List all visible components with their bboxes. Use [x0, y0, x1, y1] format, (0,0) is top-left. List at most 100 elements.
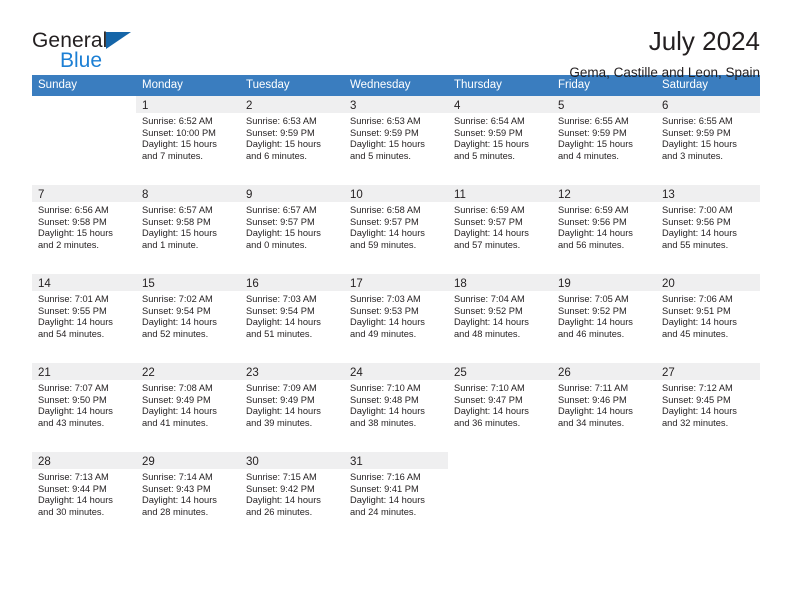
day-detail-line: Sunset: 9:56 PM: [558, 216, 627, 227]
day-detail-line: Sunrise: 6:55 AM: [662, 116, 733, 126]
calendar-empty-cell: [448, 452, 552, 541]
day-number: 16: [246, 278, 259, 290]
day-details: Sunrise: 6:59 AM Sunset: 9:56 PM Daylight:…: [552, 202, 656, 251]
calendar-week-row: 1 Sunrise: 6:52 AM Sunset: 10:00 PM Dayligh…: [32, 96, 760, 185]
calendar-day-cell[interactable]: 30 Sunrise: 7:15 AM Sunset: 9:42 PM Dayligh…: [240, 452, 344, 541]
calendar-day-cell[interactable]: 6 Sunrise: 6:55 AM Sunset: 9:59 PM Daylight…: [656, 96, 760, 185]
weekday-header-wednesday: Wednesday: [350, 79, 411, 91]
day-details: [448, 469, 552, 472]
calendar-week-row: 28 Sunrise: 7:13 AM Sunset: 9:44 PM Dayligh…: [32, 452, 760, 541]
calendar-day-cell[interactable]: 12 Sunrise: 6:59 AM Sunset: 9:56 PM Dayligh…: [552, 185, 656, 274]
day-number-band: 23: [240, 363, 344, 380]
day-detail-line: Daylight: 14 hours: [454, 406, 529, 417]
day-detail-line: and 7 minutes.: [142, 150, 203, 161]
day-detail-line: and 48 minutes.: [454, 328, 521, 339]
calendar-day-cell[interactable]: 10 Sunrise: 6:58 AM Sunset: 9:57 PM Dayligh…: [344, 185, 448, 274]
calendar-empty-cell: [552, 452, 656, 541]
day-number: 1: [142, 100, 149, 112]
day-details: Sunrise: 6:56 AM Sunset: 9:58 PM Daylight:…: [32, 202, 136, 251]
day-details: Sunrise: 7:06 AM Sunset: 9:51 PM Daylight:…: [656, 291, 760, 340]
day-details: Sunrise: 7:02 AM Sunset: 9:54 PM Daylight:…: [136, 291, 240, 340]
day-detail-line: Sunset: 9:52 PM: [558, 305, 627, 316]
calendar-day-cell[interactable]: 28 Sunrise: 7:13 AM Sunset: 9:44 PM Dayligh…: [32, 452, 136, 541]
day-number-band: 14: [32, 274, 136, 291]
calendar-day-cell[interactable]: 27 Sunrise: 7:12 AM Sunset: 9:45 PM Dayligh…: [656, 363, 760, 452]
generalblue-logo[interactable]: General Blue: [32, 26, 152, 72]
calendar-day-cell[interactable]: 19 Sunrise: 7:05 AM Sunset: 9:52 PM Dayligh…: [552, 274, 656, 363]
day-detail-line: Daylight: 15 hours: [454, 139, 529, 150]
day-detail-line: Daylight: 15 hours: [142, 139, 217, 150]
calendar-day-cell[interactable]: 9 Sunrise: 6:57 AM Sunset: 9:57 PM Daylight…: [240, 185, 344, 274]
calendar-day-cell[interactable]: 18 Sunrise: 7:04 AM Sunset: 9:52 PM Dayligh…: [448, 274, 552, 363]
day-details: Sunrise: 7:15 AM Sunset: 9:42 PM Daylight:…: [240, 469, 344, 518]
day-details: Sunrise: 7:03 AM Sunset: 9:54 PM Daylight:…: [240, 291, 344, 340]
day-details: [656, 469, 760, 472]
day-detail-line: and 51 minutes.: [246, 328, 313, 339]
day-number: 6: [662, 100, 669, 112]
calendar-day-cell[interactable]: 13 Sunrise: 7:00 AM Sunset: 9:56 PM Dayligh…: [656, 185, 760, 274]
day-number: 2: [246, 100, 253, 112]
day-detail-line: and 24 minutes.: [350, 506, 417, 517]
page-title: July 2024: [648, 26, 760, 56]
day-detail-line: Daylight: 14 hours: [142, 317, 217, 328]
day-number: 17: [350, 278, 363, 290]
day-detail-line: and 49 minutes.: [350, 328, 417, 339]
day-detail-line: Daylight: 14 hours: [350, 228, 425, 239]
day-detail-line: Daylight: 14 hours: [38, 317, 113, 328]
day-number: 15: [142, 278, 155, 290]
calendar-day-cell[interactable]: 22 Sunrise: 7:08 AM Sunset: 9:49 PM Dayligh…: [136, 363, 240, 452]
day-detail-line: and 34 minutes.: [558, 417, 625, 428]
day-number: 14: [38, 278, 51, 290]
calendar-day-cell[interactable]: 17 Sunrise: 7:03 AM Sunset: 9:53 PM Dayligh…: [344, 274, 448, 363]
calendar-day-cell[interactable]: 5 Sunrise: 6:55 AM Sunset: 9:59 PM Daylight…: [552, 96, 656, 185]
calendar-day-cell[interactable]: 8 Sunrise: 6:57 AM Sunset: 9:58 PM Daylight…: [136, 185, 240, 274]
calendar-week-row: 21 Sunrise: 7:07 AM Sunset: 9:50 PM Dayligh…: [32, 363, 760, 452]
day-detail-line: Daylight: 14 hours: [350, 317, 425, 328]
calendar-day-cell[interactable]: 26 Sunrise: 7:11 AM Sunset: 9:46 PM Dayligh…: [552, 363, 656, 452]
calendar-day-cell[interactable]: 29 Sunrise: 7:14 AM Sunset: 9:43 PM Dayligh…: [136, 452, 240, 541]
day-detail-line: Sunrise: 6:53 AM: [350, 116, 421, 126]
calendar-day-cell[interactable]: 3 Sunrise: 6:53 AM Sunset: 9:59 PM Daylight…: [344, 96, 448, 185]
calendar-day-cell[interactable]: 4 Sunrise: 6:54 AM Sunset: 9:59 PM Daylight…: [448, 96, 552, 185]
day-details: Sunrise: 6:55 AM Sunset: 9:59 PM Daylight:…: [552, 113, 656, 162]
calendar-day-cell[interactable]: 21 Sunrise: 7:07 AM Sunset: 9:50 PM Dayligh…: [32, 363, 136, 452]
calendar-day-cell[interactable]: 24 Sunrise: 7:10 AM Sunset: 9:48 PM Dayligh…: [344, 363, 448, 452]
calendar-day-cell[interactable]: 20 Sunrise: 7:06 AM Sunset: 9:51 PM Dayligh…: [656, 274, 760, 363]
calendar-day-cell[interactable]: 14 Sunrise: 7:01 AM Sunset: 9:55 PM Dayligh…: [32, 274, 136, 363]
calendar-day-cell[interactable]: 2 Sunrise: 6:53 AM Sunset: 9:59 PM Daylight…: [240, 96, 344, 185]
day-detail-line: and 5 minutes.: [350, 150, 411, 161]
day-number-band: 21: [32, 363, 136, 380]
logo-triangle-icon: [106, 32, 131, 49]
calendar-day-cell[interactable]: 25 Sunrise: 7:10 AM Sunset: 9:47 PM Dayligh…: [448, 363, 552, 452]
day-detail-line: Sunset: 9:49 PM: [142, 394, 211, 405]
calendar-day-cell[interactable]: 11 Sunrise: 6:59 AM Sunset: 9:57 PM Dayligh…: [448, 185, 552, 274]
day-number: 19: [558, 278, 571, 290]
calendar-day-cell[interactable]: 15 Sunrise: 7:02 AM Sunset: 9:54 PM Dayligh…: [136, 274, 240, 363]
day-detail-line: Sunrise: 6:53 AM: [246, 116, 317, 126]
day-detail-line: Sunrise: 7:03 AM: [350, 294, 421, 304]
day-number-band: 18: [448, 274, 552, 291]
calendar-day-cell[interactable]: 16 Sunrise: 7:03 AM Sunset: 9:54 PM Dayligh…: [240, 274, 344, 363]
day-details: Sunrise: 6:57 AM Sunset: 9:57 PM Daylight:…: [240, 202, 344, 251]
day-number: 25: [454, 367, 467, 379]
calendar-day-cell[interactable]: 7 Sunrise: 6:56 AM Sunset: 9:58 PM Daylight…: [32, 185, 136, 274]
day-details: Sunrise: 7:08 AM Sunset: 9:49 PM Daylight:…: [136, 380, 240, 429]
title-block: July 2024 Gema, Castille and Leon, Spain: [569, 26, 760, 82]
calendar-day-cell[interactable]: 23 Sunrise: 7:09 AM Sunset: 9:49 PM Dayligh…: [240, 363, 344, 452]
day-detail-line: Sunrise: 7:07 AM: [38, 383, 109, 393]
day-details: Sunrise: 7:00 AM Sunset: 9:56 PM Daylight:…: [656, 202, 760, 251]
day-detail-line: Sunrise: 7:06 AM: [662, 294, 733, 304]
day-detail-line: Daylight: 15 hours: [662, 139, 737, 150]
day-detail-line: Sunset: 9:50 PM: [38, 394, 107, 405]
day-detail-line: Daylight: 14 hours: [662, 406, 737, 417]
day-number-band: 11: [448, 185, 552, 202]
day-number-band: 17: [344, 274, 448, 291]
day-details: Sunrise: 7:13 AM Sunset: 9:44 PM Daylight:…: [32, 469, 136, 518]
calendar-day-cell[interactable]: 31 Sunrise: 7:16 AM Sunset: 9:41 PM Dayligh…: [344, 452, 448, 541]
day-detail-line: Sunrise: 7:09 AM: [246, 383, 317, 393]
day-detail-line: Daylight: 14 hours: [558, 317, 633, 328]
day-number-band: 5: [552, 96, 656, 113]
calendar-day-cell[interactable]: 1 Sunrise: 6:52 AM Sunset: 10:00 PM Dayligh…: [136, 96, 240, 185]
day-number-band: 12: [552, 185, 656, 202]
day-detail-line: Sunset: 9:44 PM: [38, 483, 107, 494]
